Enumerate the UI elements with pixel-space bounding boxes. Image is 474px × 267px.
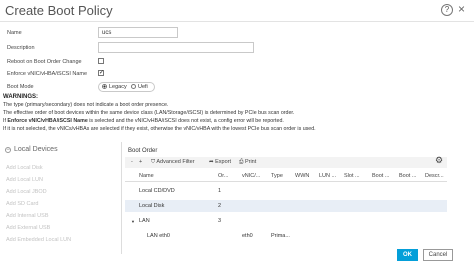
column-header[interactable]: Boot ... xyxy=(399,173,416,179)
description-label: Description xyxy=(7,45,35,51)
column-header[interactable]: Boot ... xyxy=(372,173,389,179)
ok-button[interactable]: OK xyxy=(397,249,418,261)
boot-order-toolbar: - + ⛉ Advanced Filter ➦ Export ⎙ Print xyxy=(125,157,447,168)
collapse-all-button[interactable]: - xyxy=(131,159,133,165)
enforce-checkbox[interactable] xyxy=(98,69,104,76)
enforce-label: Enforce vNIC/vHBA/iSCSI Name xyxy=(7,71,88,77)
warning-line-1: The type (primary/secondary) does not in… xyxy=(3,102,169,108)
dialog-title: Create Boot Policy xyxy=(5,3,113,18)
table-row[interactable]: Local Disk 2 xyxy=(125,200,447,212)
column-header[interactable]: Descr... xyxy=(425,173,444,179)
boot-order-panel: Boot Order - + ⛉ Advanced Filter ➦ Expor… xyxy=(125,145,474,255)
add-internal-usb-link[interactable]: Add Internal USB xyxy=(6,213,49,219)
column-header[interactable]: Or... xyxy=(218,173,228,179)
add-external-usb-link[interactable]: Add External USB xyxy=(6,225,50,231)
warnings-title: WARNINGS: xyxy=(3,94,38,100)
add-local-lun-link[interactable]: Add Local LUN xyxy=(6,177,43,183)
expand-all-button[interactable]: + xyxy=(139,159,142,165)
column-header[interactable]: Slot ... xyxy=(344,173,360,179)
advanced-filter-button[interactable]: ⛉ Advanced Filter xyxy=(151,159,195,166)
boot-order-title: Boot Order xyxy=(128,148,158,154)
description-input[interactable] xyxy=(98,42,254,53)
expand-triangle-icon[interactable]: ▼ xyxy=(131,219,135,224)
column-header[interactable]: WWN xyxy=(295,173,309,179)
boot-mode-uefi-option[interactable]: Uefi xyxy=(131,84,148,90)
gear-icon[interactable]: ⚙ xyxy=(435,155,443,166)
radio-selected-icon xyxy=(102,84,107,90)
add-sd-card-link[interactable]: Add SD Card xyxy=(6,201,38,207)
export-button[interactable]: ➦ Export xyxy=(209,159,231,165)
warning-line-3: If Enforce vNIC/vHBA/iSCSI Name is selec… xyxy=(3,118,284,124)
local-devices-header[interactable]: − Local Devices xyxy=(5,146,58,153)
boot-mode-legacy-option[interactable]: Legacy xyxy=(102,84,127,90)
add-local-jbod-link[interactable]: Add Local JBOD xyxy=(6,189,47,195)
warning-line-2: The effective order of boot devices with… xyxy=(3,110,295,116)
print-button[interactable]: ⎙ Print xyxy=(239,159,256,166)
local-devices-panel: − Local Devices Add Local Disk Add Local … xyxy=(0,142,122,254)
column-header[interactable]: Type xyxy=(271,173,283,179)
column-header[interactable]: LUN ... xyxy=(319,173,336,179)
name-label: Name xyxy=(7,30,22,36)
table-row[interactable]: Local CD/DVD 1 xyxy=(125,185,447,197)
reboot-label: Reboot on Boot Order Change xyxy=(7,59,82,65)
name-input[interactable] xyxy=(98,27,178,38)
column-header[interactable]: Name xyxy=(139,173,154,179)
warning-line-4: If it is not selected, the vNICs/vHBAs a… xyxy=(3,126,316,132)
boot-order-table-header: Name Or... vNIC/... Type WWN LUN ... Slo… xyxy=(125,170,447,182)
help-icon[interactable]: ? xyxy=(441,4,453,16)
dialog-titlebar: Create Boot Policy ? × xyxy=(0,0,474,22)
add-embedded-local-lun-link[interactable]: Add Embedded Local LUN xyxy=(6,237,71,243)
table-row[interactable]: LAN eth0 eth0 Prima... xyxy=(125,230,447,242)
collapse-icon: − xyxy=(5,147,11,153)
column-header[interactable]: vNIC/... xyxy=(242,173,260,179)
add-local-disk-link[interactable]: Add Local Disk xyxy=(6,165,43,171)
radio-icon xyxy=(131,84,136,90)
boot-mode-toggle: Legacy Uefi xyxy=(98,82,155,92)
boot-mode-label: Boot Mode xyxy=(7,84,34,90)
close-icon[interactable]: × xyxy=(458,2,465,16)
table-row[interactable]: ▼ LAN 3 xyxy=(125,215,447,227)
cancel-button[interactable]: Cancel xyxy=(423,249,453,261)
reboot-checkbox[interactable] xyxy=(98,58,104,64)
